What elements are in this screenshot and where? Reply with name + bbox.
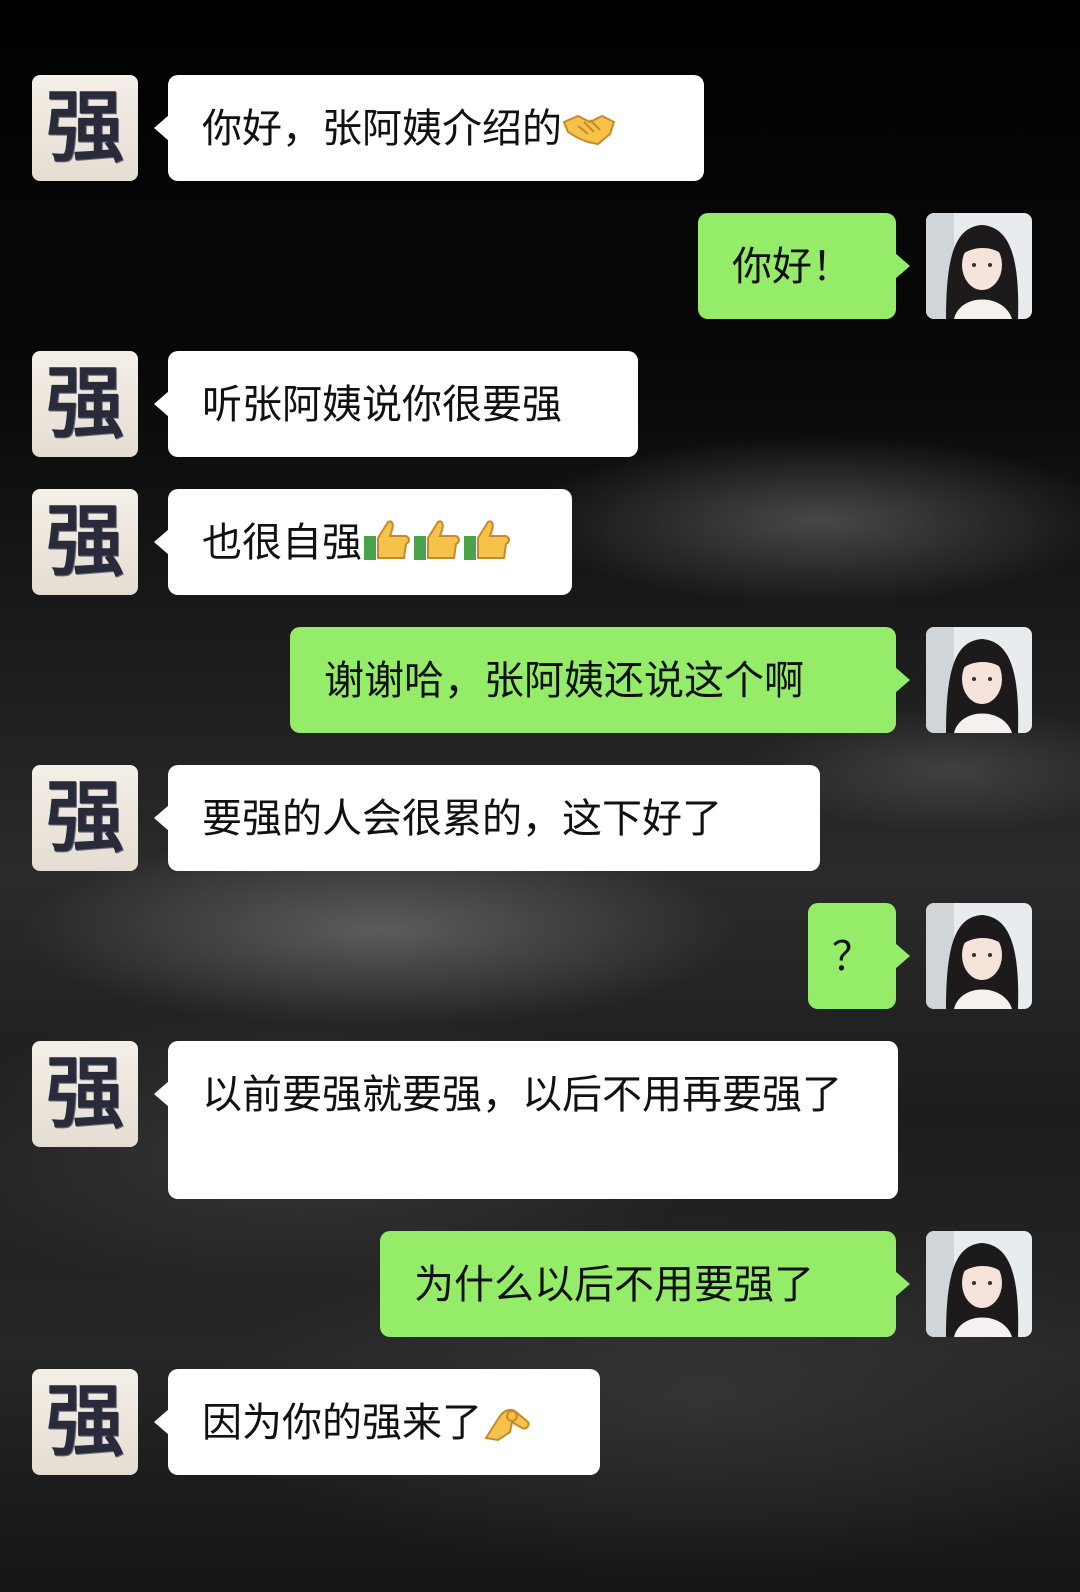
contact-avatar[interactable]: 强	[32, 351, 138, 457]
avatar-char: 强	[45, 772, 124, 863]
message-bubble-incoming[interactable]: 要强的人会很累的，这下好了	[154, 765, 820, 871]
thumbs-up-icon	[362, 518, 412, 575]
my-avatar[interactable]	[926, 1231, 1032, 1337]
contact-avatar[interactable]: 强	[32, 765, 138, 871]
avatar-char: 强	[45, 82, 124, 173]
avatar-char: 强	[45, 1048, 124, 1139]
my-avatar[interactable]	[926, 213, 1032, 319]
thumbs-up-icon	[412, 518, 462, 575]
message-bubble-incoming[interactable]: 听张阿姨说你很要强	[154, 351, 638, 457]
avatar-char: 强	[45, 1376, 124, 1467]
message-text: 你好！	[732, 244, 852, 290]
message-text: ？	[832, 934, 872, 980]
contact-avatar[interactable]: 强	[32, 489, 138, 595]
message-text: 听张阿姨说你很要强	[202, 382, 562, 428]
message-bubble-outgoing[interactable]: 你好！	[698, 213, 910, 319]
contact-avatar[interactable]: 强	[32, 1041, 138, 1147]
girl-portrait-icon	[926, 903, 1032, 1009]
message-bubble-outgoing[interactable]: 为什么以后不用要强了	[380, 1231, 910, 1337]
thumbs-up-icon	[462, 518, 512, 575]
message-bubble-incoming[interactable]: 你好，张阿姨介绍的	[154, 75, 704, 181]
message-bubble-incoming[interactable]: 也很自强	[154, 489, 572, 595]
girl-portrait-icon	[926, 1231, 1032, 1337]
message-bubble-outgoing[interactable]: ？	[808, 903, 910, 1009]
message-text: 谢谢哈，张阿姨还说这个啊	[324, 658, 804, 704]
avatar-char: 强	[45, 358, 124, 449]
contact-avatar[interactable]: 强	[32, 1369, 138, 1475]
my-avatar[interactable]	[926, 903, 1032, 1009]
message-text: 要强的人会很累的，这下好了	[202, 796, 722, 842]
girl-portrait-icon	[926, 213, 1032, 319]
avatar-char: 强	[45, 496, 124, 587]
my-avatar[interactable]	[926, 627, 1032, 733]
message-text: 以前要强就要强，以后不用再要强了	[202, 1072, 842, 1118]
handshake-icon	[562, 108, 616, 161]
message-bubble-incoming[interactable]: 以前要强就要强，以后不用再要强了	[154, 1041, 898, 1199]
ok-hand-icon	[482, 1398, 532, 1455]
message-text: 也很自强	[202, 520, 362, 566]
message-text: 因为你的强来了	[202, 1400, 482, 1446]
message-bubble-outgoing[interactable]: 谢谢哈，张阿姨还说这个啊	[290, 627, 910, 733]
contact-avatar[interactable]: 强	[32, 75, 138, 181]
message-text: 你好，张阿姨介绍的	[202, 106, 562, 152]
message-text: 为什么以后不用要强了	[414, 1262, 814, 1308]
girl-portrait-icon	[926, 627, 1032, 733]
message-bubble-incoming[interactable]: 因为你的强来了	[154, 1369, 600, 1475]
